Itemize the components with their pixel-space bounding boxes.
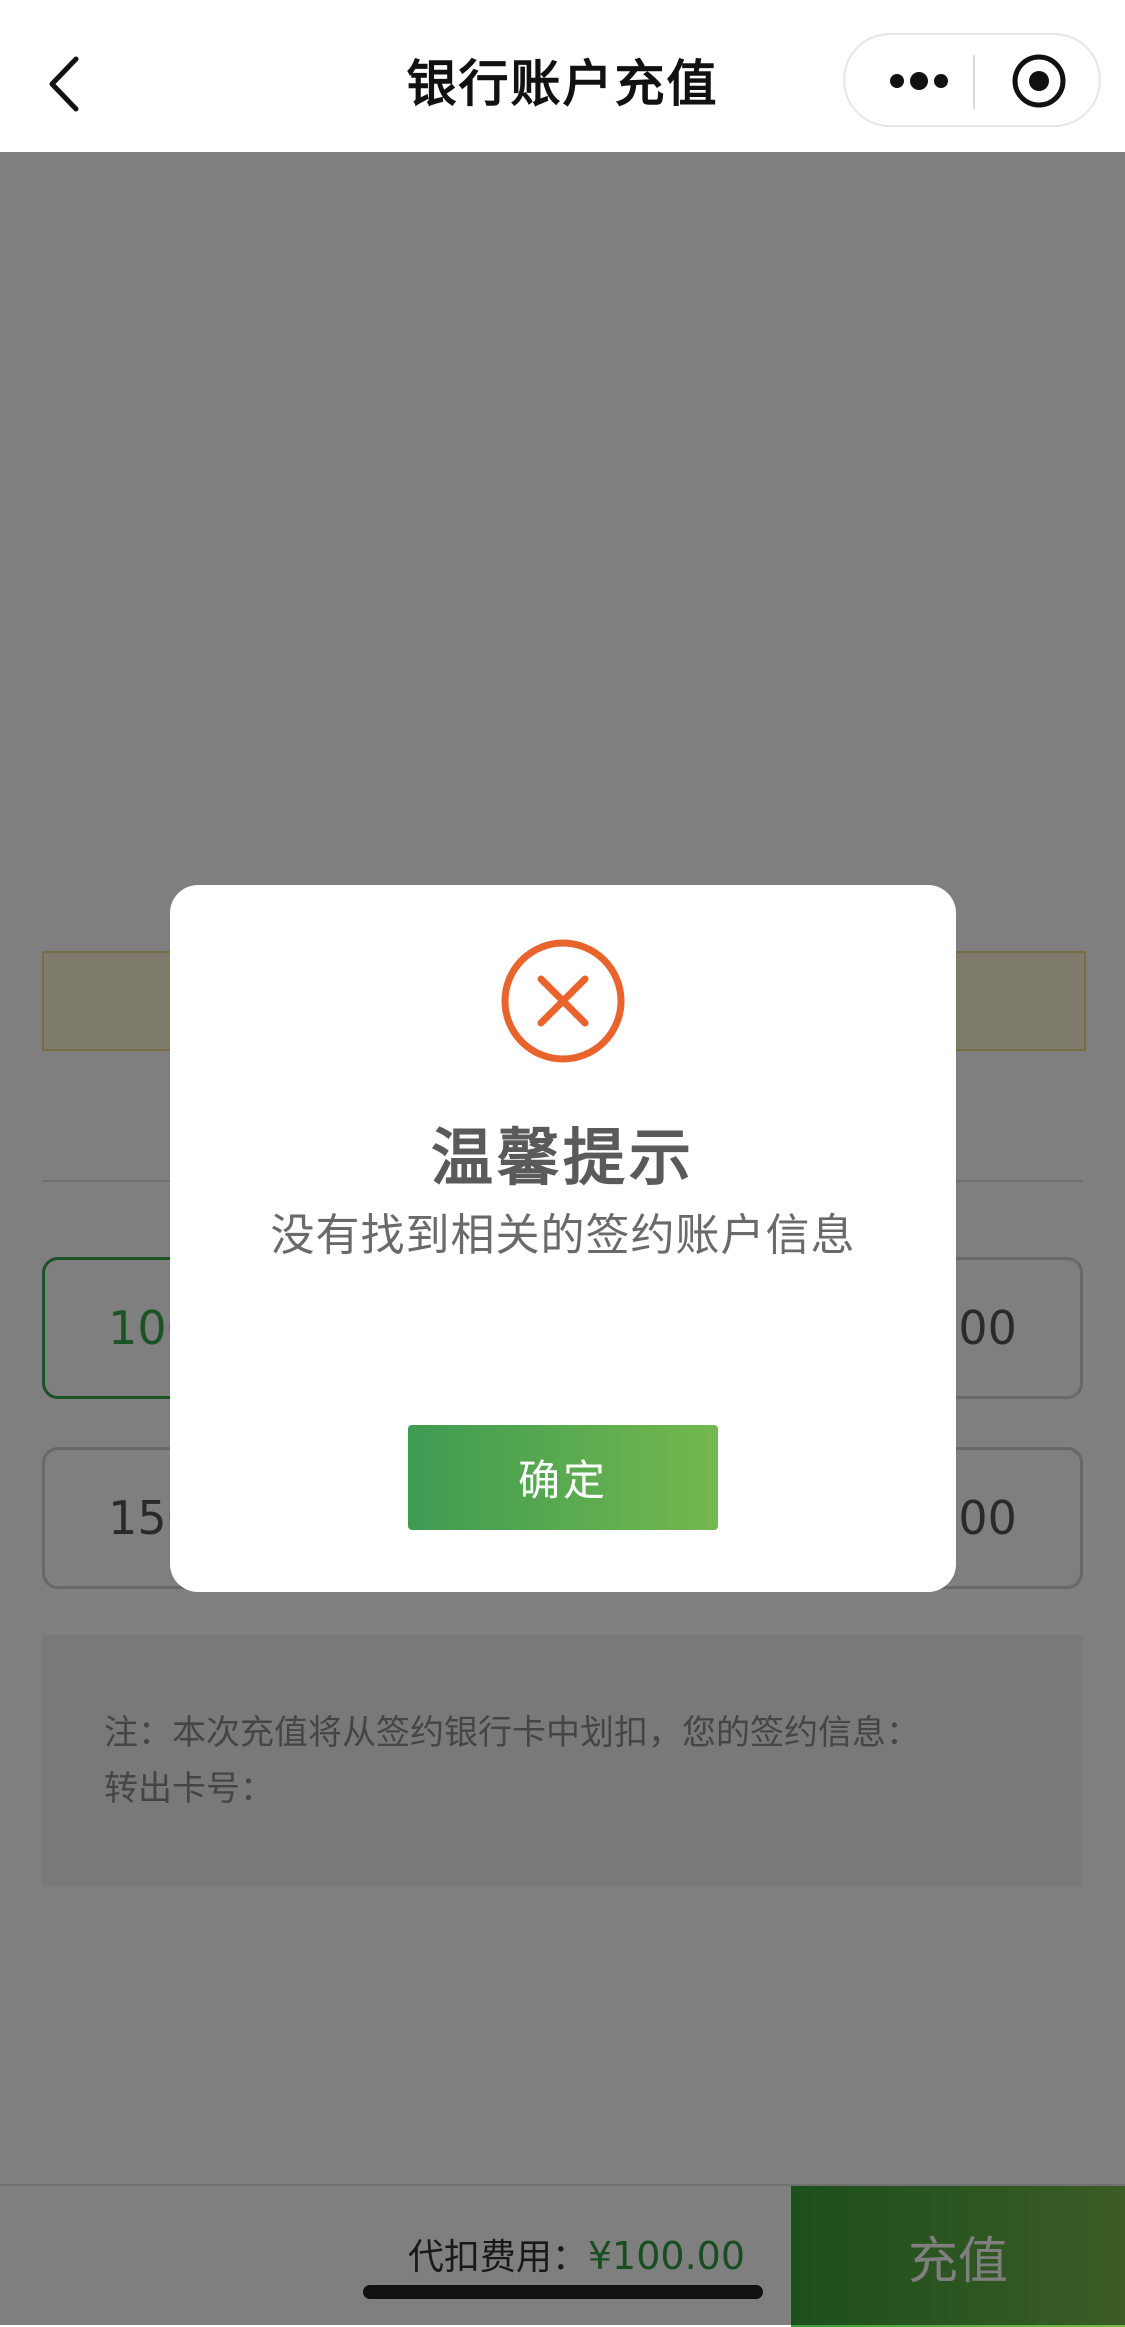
dialog-title: 温馨提示 bbox=[430, 1121, 695, 1194]
dialog-message: 没有找到相关的签约账户信息 bbox=[270, 1210, 856, 1261]
error-circle-x-icon bbox=[501, 939, 625, 1063]
capsule-separator bbox=[973, 55, 975, 109]
alert-dialog: 温馨提示 没有找到相关的签约账户信息 确定 bbox=[170, 885, 956, 1592]
navigation-bar: 银行账户充值 bbox=[0, 0, 1125, 152]
mini-program-capsule bbox=[843, 33, 1101, 127]
target-circle-icon bbox=[1012, 54, 1066, 108]
more-dots-icon bbox=[890, 72, 948, 90]
close-miniprogram-button[interactable] bbox=[1011, 53, 1067, 109]
more-button[interactable] bbox=[881, 57, 957, 105]
home-indicator[interactable] bbox=[363, 2285, 763, 2299]
confirm-button[interactable]: 确定 bbox=[408, 1425, 718, 1530]
